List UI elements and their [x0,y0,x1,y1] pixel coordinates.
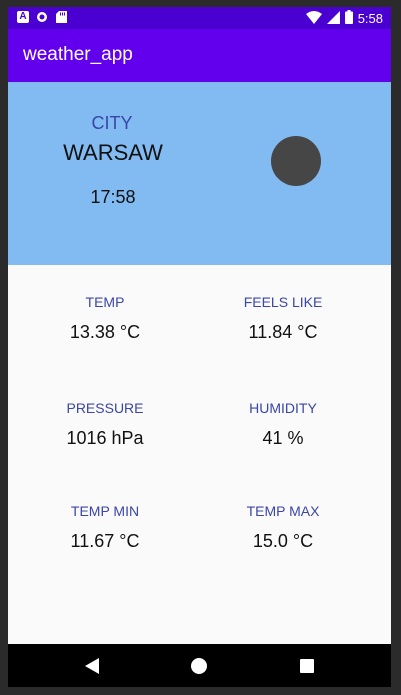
navigation-bar [8,644,391,687]
notification-icons: A [17,11,67,23]
feels-like-cell: FEELS LIKE 11.84 °C [198,294,368,343]
status-time: 5:58 [357,11,383,26]
feels-like-value: 11.84 °C [248,322,318,342]
temp-max-cell: TEMP MAX 15.0 °C [198,503,368,552]
temp-max-value: 15.0 °C [252,531,314,551]
city-name: WARSAW [63,140,163,165]
humidity-label: HUMIDITY [249,400,317,416]
app-bar: weather_app [8,29,391,82]
city-label: CITY [91,113,133,133]
app-title: weather_app [23,44,133,65]
system-status: 5:58 [305,10,383,27]
city-header: CITY WARSAW 17:58 [8,82,391,265]
weather-condition-icon [271,136,321,186]
local-time: 17:58 [90,187,136,207]
recents-icon [300,659,314,673]
recents-button[interactable] [296,655,318,677]
humidity-cell: HUMIDITY 41 % [198,400,368,449]
home-button[interactable] [188,655,210,677]
back-button[interactable] [81,655,103,677]
temp-min-value: 11.67 °C [70,531,140,551]
back-icon [85,658,99,674]
humidity-value: 41 % [262,428,304,448]
status-bar: A 5:58 [8,7,391,29]
sd-card-icon [55,11,67,23]
phone-screen: A 5:58 weather_app CITY WARSAW 17:58 TEM… [8,7,391,687]
circle-notification-icon [36,11,48,23]
battery-icon [344,10,353,27]
temp-cell: TEMP 13.38 °C [20,294,190,343]
pressure-cell: PRESSURE 1016 hPa [20,400,190,449]
temp-min-label: TEMP MIN [70,503,140,519]
home-icon [191,658,207,674]
temp-max-label: TEMP MAX [246,503,320,519]
temp-min-cell: TEMP MIN 11.67 °C [20,503,190,552]
temp-label: TEMP [85,294,125,310]
a-notification-icon: A [17,11,29,23]
feels-like-label: FEELS LIKE [243,294,323,310]
pressure-value: 1016 hPa [66,428,144,448]
temp-value: 13.38 °C [69,322,141,342]
pressure-label: PRESSURE [66,400,144,416]
wifi-icon [305,10,322,27]
device-frame: A 5:58 weather_app CITY WARSAW 17:58 TEM… [0,0,401,695]
signal-icon [326,10,340,27]
